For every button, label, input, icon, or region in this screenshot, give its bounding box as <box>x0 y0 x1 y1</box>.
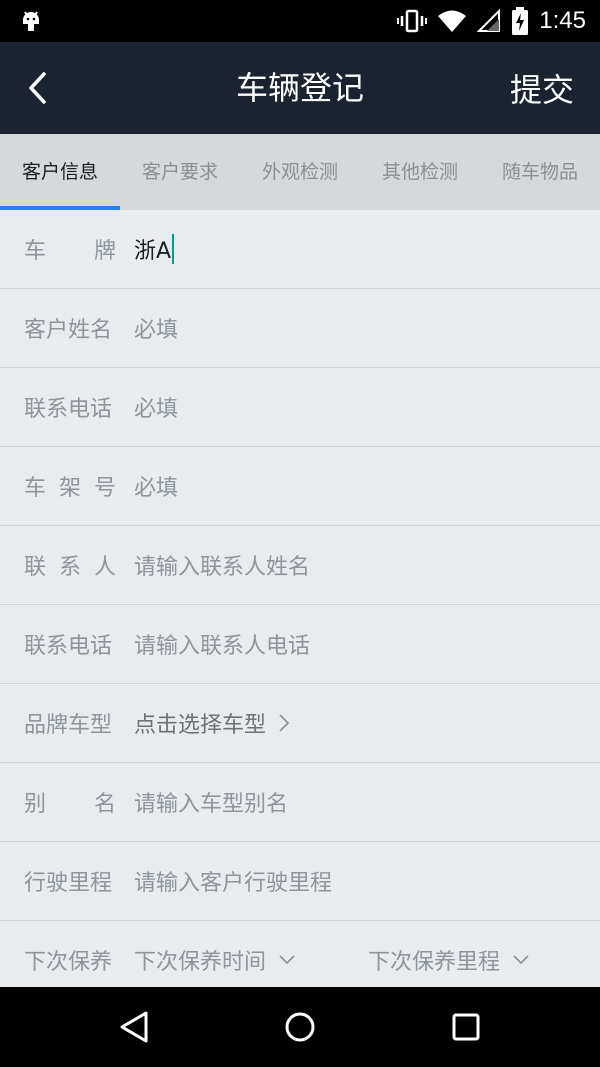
text-caret <box>172 234 175 264</box>
alias-input[interactable]: 请输入车型别名 <box>134 786 288 818</box>
next-service-row: 下次保养 下次保养时间 下次保养里程 <box>0 921 600 987</box>
wifi-icon <box>437 9 467 33</box>
plate-row: 车牌 浙A <box>0 210 600 289</box>
vin-row: 车架号 必填 <box>0 447 600 526</box>
plate-input[interactable]: 浙A <box>134 233 175 265</box>
signal-icon <box>477 9 501 33</box>
brand-model-value: 点击选择车型 <box>134 713 267 738</box>
plate-input-value: 浙A <box>134 239 172 264</box>
nav-recents-button[interactable] <box>444 1005 488 1049</box>
contact-label: 联系人 <box>24 555 116 580</box>
next-service-mileage-value: 下次保养里程 <box>368 950 501 975</box>
phone-input[interactable]: 必填 <box>134 391 178 423</box>
contact-phone-input[interactable]: 请输入联系人电话 <box>134 628 310 660</box>
app-bar: 车辆登记 提交 <box>0 42 600 134</box>
tab-customer-info[interactable]: 客户信息 <box>0 134 120 210</box>
android-icon <box>18 8 44 34</box>
tab-bar: 客户信息 客户要求 外观检测 其他检测 随车物品 <box>0 134 600 210</box>
contact-input[interactable]: 请输入联系人姓名 <box>134 549 310 581</box>
next-service-time-value: 下次保养时间 <box>134 950 267 975</box>
vibrate-icon <box>397 8 428 34</box>
recents-square-icon <box>452 1013 480 1041</box>
status-time: 1:45 <box>539 7 586 34</box>
next-service-mileage-select[interactable]: 下次保养里程 <box>368 944 530 976</box>
vin-label: 车架号 <box>24 476 116 501</box>
mileage-input[interactable]: 请输入客户行驶里程 <box>134 865 332 897</box>
tab-vehicle-items[interactable]: 随车物品 <box>480 134 600 210</box>
phone-row: 联系电话 必填 <box>0 368 600 447</box>
customer-name-input[interactable]: 必填 <box>134 312 178 344</box>
submit-button[interactable]: 提交 <box>510 42 574 134</box>
chevron-down-icon <box>513 955 529 965</box>
next-service-time-select[interactable]: 下次保养时间 <box>134 944 296 976</box>
tab-exterior-inspection[interactable]: 外观检测 <box>240 134 360 210</box>
brand-model-row[interactable]: 品牌车型 点击选择车型 <box>0 684 600 763</box>
battery-charging-icon <box>511 7 529 35</box>
customer-name-label: 客户姓名 <box>24 318 113 343</box>
brand-model-select[interactable]: 点击选择车型 <box>134 707 290 739</box>
tab-other-inspection[interactable]: 其他检测 <box>360 134 480 210</box>
mileage-row: 行驶里程 请输入客户行驶里程 <box>0 842 600 921</box>
home-circle-icon <box>285 1012 315 1042</box>
back-triangle-icon <box>120 1011 148 1043</box>
chevron-down-icon <box>279 955 295 965</box>
alias-label: 别名 <box>24 792 116 817</box>
customer-name-row: 客户姓名 必填 <box>0 289 600 368</box>
nav-back-button[interactable] <box>112 1005 156 1049</box>
chevron-right-icon <box>279 714 290 732</box>
contact-phone-row: 联系电话 请输入联系人电话 <box>0 605 600 684</box>
status-bar: 1:45 <box>0 0 600 42</box>
system-nav-bar <box>0 987 600 1067</box>
customer-info-form: 车牌 浙A 客户姓名 必填 联系电话 必填 车架号 必填 联系人 请输入联系人姓… <box>0 210 600 987</box>
next-service-label: 下次保养 <box>24 950 113 975</box>
plate-label: 车牌 <box>24 239 116 264</box>
vin-input[interactable]: 必填 <box>134 470 178 502</box>
alias-row: 别名 请输入车型别名 <box>0 763 600 842</box>
contact-row: 联系人 请输入联系人姓名 <box>0 526 600 605</box>
mileage-label: 行驶里程 <box>24 871 113 896</box>
brand-model-label: 品牌车型 <box>24 713 113 738</box>
nav-home-button[interactable] <box>278 1005 322 1049</box>
phone-label: 联系电话 <box>24 397 113 422</box>
tab-customer-requirements[interactable]: 客户要求 <box>120 134 240 210</box>
contact-phone-label: 联系电话 <box>24 634 113 659</box>
